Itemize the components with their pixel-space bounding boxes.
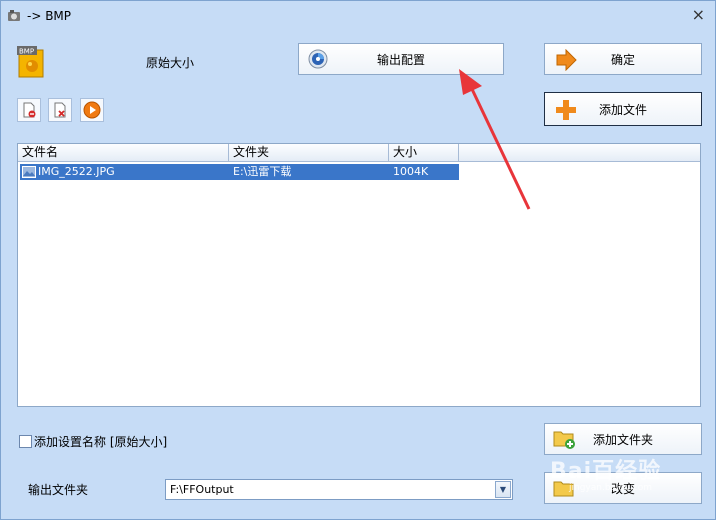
- filename-text: IMG_2522.JPG: [38, 165, 115, 178]
- column-header-size[interactable]: 大小: [389, 144, 459, 162]
- file-list[interactable]: 文件名 文件夹 大小 IMG_2522.JPG E:\迅雷下载 1004K: [17, 143, 701, 407]
- add-setting-name-label: 添加设置名称 [原始大小]: [34, 435, 168, 449]
- list-header: 文件名 文件夹 大小: [18, 144, 700, 162]
- table-row[interactable]: IMG_2522.JPG E:\迅雷下载 1004K: [20, 164, 459, 180]
- play-icon: [83, 101, 101, 119]
- remove-document-icon: [23, 102, 36, 118]
- baidu-watermark: Bai百经验: [550, 459, 662, 484]
- output-folder-select[interactable]: F:\FFOutput ▼: [165, 479, 513, 500]
- remove-file-button[interactable]: [17, 98, 41, 122]
- output-folder-label: 输出文件夹: [28, 483, 89, 497]
- add-folder-label: 添加文件夹: [592, 432, 653, 447]
- column-header-filename[interactable]: 文件名: [18, 144, 229, 162]
- ok-label: 确定: [610, 52, 635, 67]
- add-file-button[interactable]: 添加文件: [544, 92, 702, 126]
- add-setting-name-checkbox[interactable]: [19, 435, 32, 448]
- add-setting-name-option[interactable]: 添加设置名称 [原始大小]: [19, 433, 167, 450]
- clear-list-button[interactable]: [48, 98, 72, 122]
- image-file-icon: [22, 166, 36, 178]
- close-icon[interactable]: ×: [692, 5, 705, 24]
- original-size-label: 原始大小: [146, 56, 195, 70]
- app-icon: [8, 10, 20, 21]
- output-folder-value: F:\FFOutput: [170, 483, 234, 496]
- cell-folder: E:\迅雷下载: [233, 165, 292, 178]
- baidu-watermark-url: jingyan.baidu.com: [569, 483, 653, 493]
- chevron-down-icon[interactable]: ▼: [495, 481, 511, 498]
- output-config-label: 输出配置: [376, 52, 425, 67]
- delete-document-icon: [54, 102, 66, 118]
- column-header-filler: [459, 144, 700, 162]
- converter-window: -> BMP × BMP 原始大小 输出配置 确定 添加文件 文件名 文件夹 大…: [0, 0, 716, 520]
- column-header-folder[interactable]: 文件夹: [229, 144, 389, 162]
- ok-button[interactable]: 确定: [544, 43, 702, 75]
- cell-filename: IMG_2522.JPG: [20, 164, 229, 180]
- title-bar[interactable]: -> BMP ×: [1, 1, 715, 31]
- add-folder-button[interactable]: 添加文件夹: [544, 423, 702, 455]
- bmp-format-icon: BMP: [17, 46, 44, 78]
- play-button[interactable]: [80, 98, 104, 122]
- window-title: -> BMP: [27, 9, 72, 23]
- cell-size: 1004K: [393, 165, 429, 178]
- svg-text:BMP: BMP: [19, 48, 34, 56]
- add-file-label: 添加文件: [598, 102, 647, 117]
- output-config-button[interactable]: 输出配置: [298, 43, 504, 75]
